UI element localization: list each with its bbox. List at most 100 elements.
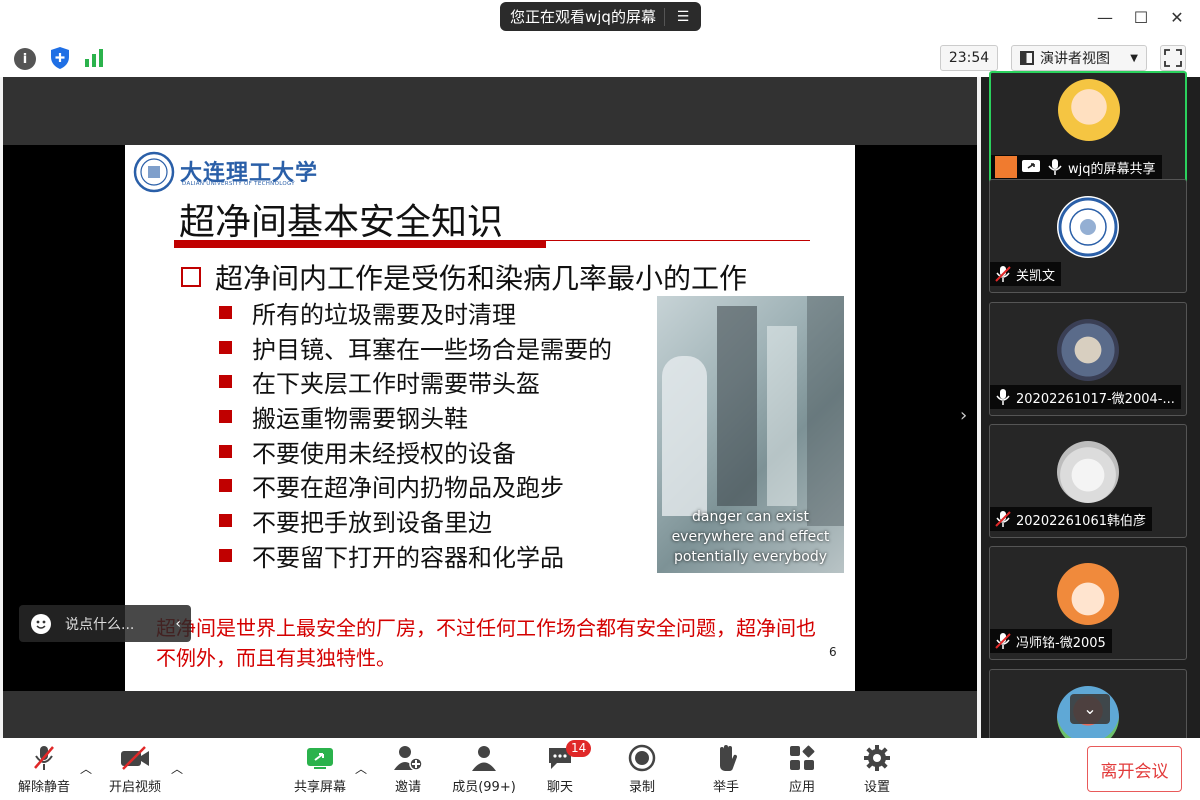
chevron-left-icon[interactable]: ‹ [175,616,181,632]
chevron-up-icon[interactable]: ︿ [80,760,92,777]
apps-button[interactable]: 应用 [762,744,842,795]
sub-bullet: 不要把手放到设备里边 [219,503,612,538]
quick-chat-input[interactable]: 说点什么... ‹ [19,605,191,642]
cleanroom-photo: danger can exist everywhere and effect p… [657,296,844,573]
title-bar: 您正在观看wjq的屏幕 ☰ — ☐ ✕ [0,0,1200,40]
signal-strength-icon[interactable] [82,46,106,70]
sub-bullet: 护目镜、耳塞在一些场合是需要的 [219,330,612,365]
maximize-button[interactable]: ☐ [1126,8,1156,32]
participant-name: 冯师铭-微2005 [1016,635,1106,651]
screen-share-status-pill[interactable]: 您正在观看wjq的屏幕 ☰ [500,2,701,31]
hand-icon [686,744,766,772]
muted-microphone-icon [994,265,1012,283]
sub-bullet-list: 所有的垃圾需要及时清理 护目镜、耳塞在一些场合是需要的 在下夹层工作时需要带头盔… [219,295,612,573]
photo-caption-line: potentially everybody [673,549,828,565]
members-icon [444,744,524,772]
settings-button[interactable]: 设置 [837,744,917,795]
video-off-icon [95,744,175,772]
chevron-up-icon[interactable]: ︿ [355,760,367,777]
square-bullet-icon [219,409,232,423]
info-icon[interactable]: i [14,48,36,70]
share-screen-icon [280,744,360,772]
sub-bullet: 搬运重物需要钢头鞋 [219,399,612,434]
menu-icon[interactable]: ☰ [665,9,701,25]
sub-bullet-text: 不要把手放到设备里边 [252,508,492,537]
minimize-button[interactable]: — [1090,8,1120,32]
sub-bullet: 不要留下打开的容器和化学品 [219,538,612,573]
record-icon [602,744,682,772]
participant-tile[interactable]: 冯师铭-微2005 [989,546,1187,660]
chat-button[interactable]: 14 聊天 [520,740,600,795]
sub-bullet-text: 搬运重物需要钢头鞋 [252,404,468,433]
meeting-controls: 解除静音 ︿ 开启视频 ︿ 共享屏幕 ︿ 邀请 成员(99+) 14 聊天 录制… [0,738,1200,800]
layout-icon [1020,51,1034,65]
emoji-icon[interactable] [31,613,51,634]
participant-name: 关凯文 [1016,268,1056,284]
members-label: 成员(99+) [452,780,516,795]
share-screen-button[interactable]: 共享屏幕 [280,744,360,795]
apps-icon [762,744,842,772]
view-mode-label: 演讲者视图 [1040,51,1110,67]
invite-button[interactable]: 邀请 [368,744,448,795]
main-bullet-text: 超净间内工作是受伤和染病几率最小的工作 [215,262,748,295]
slide-page-number: 6 [829,645,837,659]
muted-microphone-icon [994,510,1012,528]
sub-bullet-text: 在下夹层工作时需要带头盔 [252,370,540,399]
photo-caption-line: everywhere and effect [671,529,830,545]
record-label: 录制 [628,780,655,795]
square-bullet-icon [219,548,232,562]
start-video-label: 开启视频 [108,780,161,795]
chat-icon: 14 [520,740,600,772]
close-button[interactable]: ✕ [1162,8,1192,32]
sub-bullet-text: 不要使用未经授权的设备 [252,439,516,468]
fullscreen-button[interactable] [1160,45,1186,71]
avatar [1057,563,1119,625]
unmute-button[interactable]: 解除静音 [4,744,84,795]
unmute-label: 解除静音 [17,780,70,795]
hollow-square-bullet-icon [181,267,201,287]
record-button[interactable]: 录制 [602,744,682,795]
invite-label: 邀请 [394,780,421,795]
participant-name-bar: 20202261017-微2004-... [990,385,1181,409]
chat-placeholder: 说点什么... [65,616,135,633]
presentation-slide: 大连理工大学 DALIAN UNIVERSITY OF TECHNOLOGY 超… [125,145,855,691]
participant-name: 20202261061韩伯彦 [1016,513,1146,529]
avatar [1057,196,1119,258]
view-mode-dropdown[interactable]: 演讲者视图 ▼ [1011,45,1147,71]
participant-tile[interactable]: wjq的屏幕共享 [989,71,1187,185]
participant-tile[interactable]: 20202261017-微2004-... [989,302,1187,416]
participant-name: wjq的屏幕共享 [1068,161,1156,177]
leave-meeting-button[interactable]: 离开会议 [1087,746,1182,792]
title-underline [174,240,546,248]
square-bullet-icon [219,340,232,354]
start-video-button[interactable]: 开启视频 [95,744,175,795]
settings-label: 设置 [863,780,890,795]
members-button[interactable]: 成员(99+) [444,744,524,795]
meeting-clock: 23:54 [940,45,998,71]
sub-bullet: 所有的垃圾需要及时清理 [219,295,612,330]
chat-unread-badge: 14 [566,740,592,757]
sub-bullet-text: 护目镜、耳塞在一些场合是需要的 [252,335,612,364]
microphone-icon [1046,158,1064,176]
sub-bullet-text: 所有的垃圾需要及时清理 [252,300,516,329]
muted-microphone-icon [4,744,84,772]
participant-tile[interactable]: 20202261061韩伯彦 [989,424,1187,538]
participant-name: 20202261017-微2004-... [1016,391,1175,407]
photo-equipment [807,296,844,526]
shared-screen-area: 大连理工大学 DALIAN UNIVERSITY OF TECHNOLOGY 超… [3,77,977,738]
participant-name-bar: wjq的屏幕共享 [991,155,1162,179]
chevron-down-icon: ▼ [1130,52,1138,64]
microphone-icon [994,388,1012,406]
title-underline-thin [546,240,810,241]
participant-gallery: wjq的屏幕共享 关凯文 20202261017-微2004-... 20202… [981,71,1200,749]
participant-tile[interactable]: 关凯文 [989,179,1187,293]
avatar [1058,79,1120,141]
university-name-english: DALIAN UNIVERSITY OF TECHNOLOGY [182,181,295,187]
chevron-up-icon[interactable]: ︿ [171,760,183,777]
raise-hand-button[interactable]: 举手 [686,744,766,795]
shield-icon[interactable] [48,46,72,70]
participant-name-bar: 20202261061韩伯彦 [990,507,1152,531]
sub-bullet: 在下夹层工作时需要带头盔 [219,364,612,399]
chevron-down-icon[interactable]: ⌄ [1070,694,1110,724]
chevron-right-icon[interactable]: › [960,405,967,426]
